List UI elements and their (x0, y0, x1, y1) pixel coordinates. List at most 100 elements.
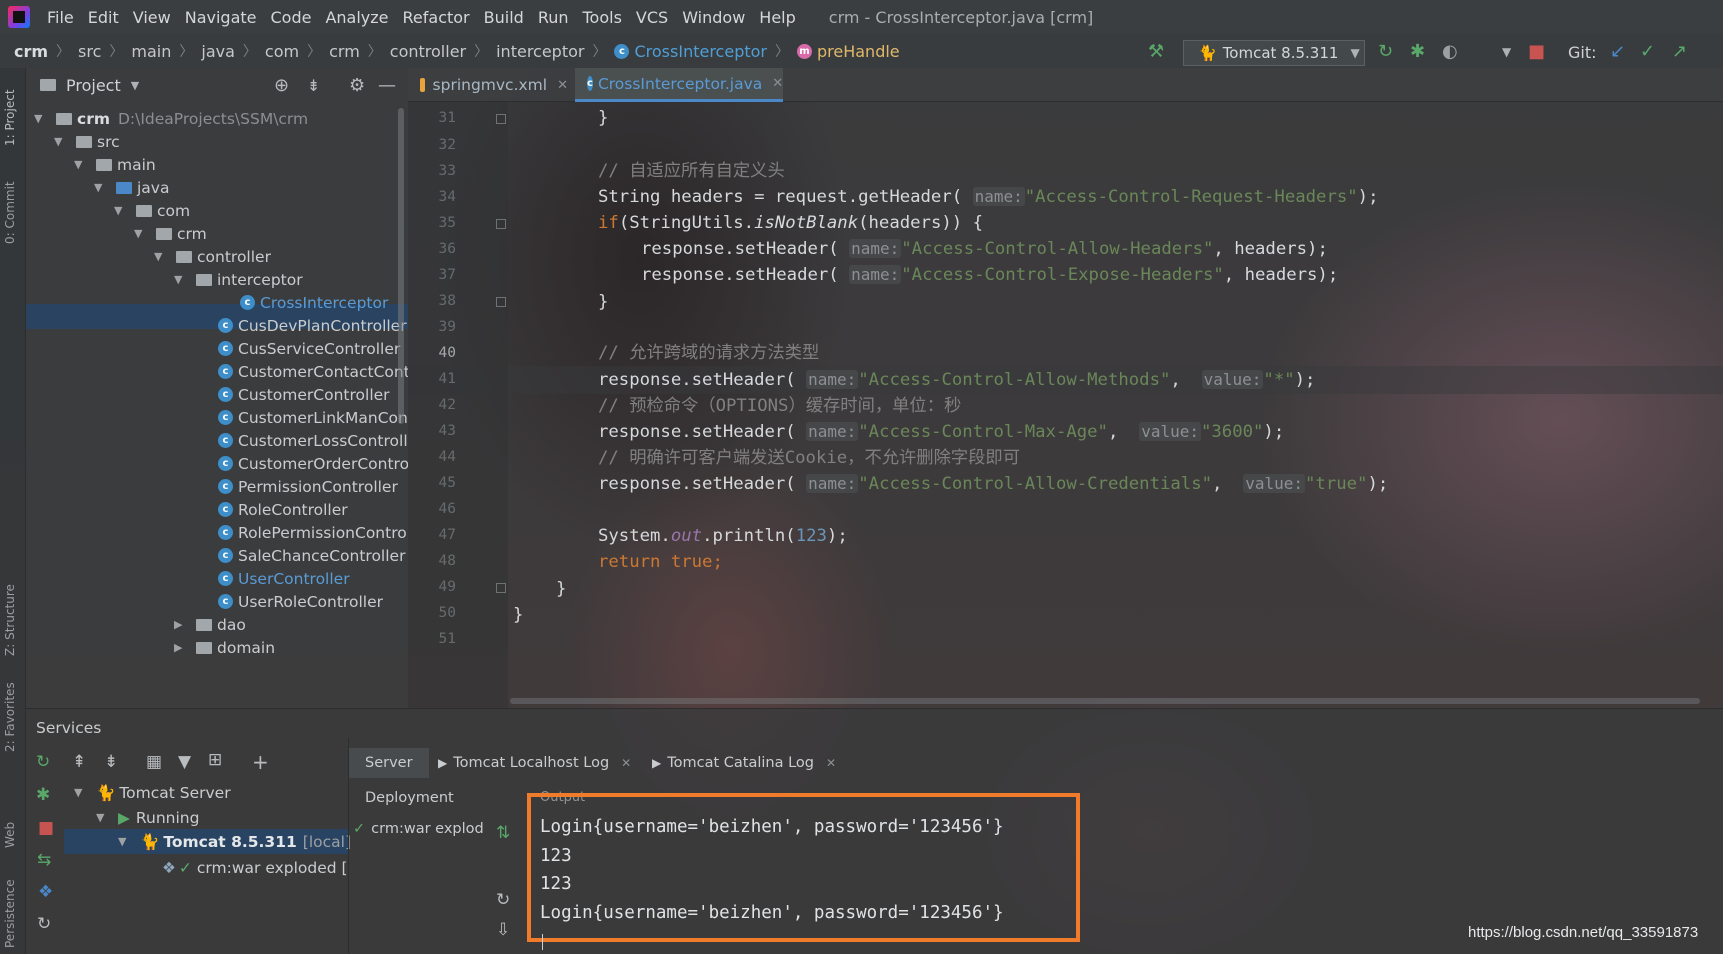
tree-node-java[interactable]: ▼ java (94, 175, 169, 200)
git-update-icon[interactable]: ↙ (1610, 42, 1625, 62)
collapse-all-icon[interactable]: ⇟ (104, 752, 118, 772)
chevron-down-icon[interactable]: ▼ (131, 79, 139, 92)
menu-refactor[interactable]: Refactor (403, 8, 470, 27)
tree-scrollbar[interactable] (398, 108, 404, 424)
breadcrumb-com[interactable]: com (265, 42, 299, 61)
tool-tab-favorites[interactable]: 2: Favorites (3, 682, 17, 752)
tree-node-src[interactable]: ▼ src (54, 129, 120, 154)
fold-marker-icon[interactable] (496, 114, 506, 124)
refresh-icon[interactable]: ↻ (496, 890, 510, 910)
tree-file[interactable]: c CustomerController (218, 382, 390, 407)
tree-file[interactable]: c CusDevPlanController (218, 313, 407, 338)
code-editor[interactable]: } // 自适应所有自定义头 String headers = request.… (508, 102, 1723, 708)
tree-node-crm[interactable]: ▼ crm (134, 221, 207, 246)
coverage-icon[interactable]: ◐ (1442, 42, 1458, 62)
menu-window[interactable]: Window (682, 8, 745, 27)
menu-run[interactable]: Run (538, 8, 569, 27)
tree-file[interactable]: c SaleChanceController (218, 543, 405, 568)
tree-node-main[interactable]: ▼ main (74, 152, 156, 177)
tree-file[interactable]: c UserRoleController (218, 589, 383, 614)
breadcrumb-crm-package[interactable]: crm (329, 42, 360, 61)
tree-file[interactable]: c CustomerLossControlle (218, 428, 408, 453)
fold-marker-icon[interactable] (496, 297, 506, 307)
expand-all-icon[interactable]: ⇞ (72, 752, 86, 772)
editor-horizontal-scrollbar[interactable] (510, 698, 1700, 704)
tool-tab-structure[interactable]: Z: Structure (3, 584, 17, 656)
group-icon[interactable]: ▦ (146, 752, 162, 772)
deployment-item[interactable]: ✓ crm:war explod (353, 821, 484, 837)
tab-crossinterceptor-java[interactable]: c CrossInterceptor.java ✕ (575, 68, 783, 102)
fold-marker-icon[interactable] (496, 219, 506, 229)
more-run-dropdown-icon[interactable]: ▼ (1502, 42, 1511, 62)
breadcrumb-interceptor[interactable]: interceptor (496, 42, 584, 61)
minimize-icon[interactable]: — (378, 75, 396, 96)
breadcrumb-java[interactable]: java (201, 42, 235, 61)
git-push-icon[interactable]: ↗ (1672, 42, 1687, 62)
filter-icon[interactable]: ▼ (178, 752, 191, 772)
new-tab-icon[interactable]: ⊞ (208, 750, 222, 770)
add-icon[interactable]: + (252, 750, 269, 774)
tool-tab-commit[interactable]: 0: Commit (3, 181, 17, 244)
tab-tomcat-catalina-log[interactable]: ▶ Tomcat Catalina Log ✕ (636, 748, 852, 778)
breadcrumb-method[interactable]: preHandle (817, 42, 900, 61)
menu-file[interactable]: File (47, 8, 74, 27)
refresh-all-icon[interactable]: ↻ (37, 914, 51, 934)
tree-file-crossinterceptor[interactable]: c CrossInterceptor (240, 290, 388, 315)
project-view-select[interactable]: Project (66, 76, 121, 95)
menu-help[interactable]: Help (759, 8, 795, 27)
breadcrumb-crm[interactable]: crm (14, 42, 48, 61)
close-icon[interactable]: ✕ (772, 76, 783, 91)
service-artifact[interactable]: ❖ ✓ crm:war exploded [ (162, 855, 348, 880)
service-running[interactable]: ▼ ▶ Running (96, 805, 199, 830)
tab-springmvc-xml[interactable]: springmvc.xml ✕ (408, 68, 568, 102)
deploy-icon[interactable]: ⇆ (37, 850, 51, 870)
build-hammer-icon[interactable]: ⚒ (1148, 42, 1164, 62)
tree-file[interactable]: c RolePermissionControl (218, 520, 408, 545)
run-configuration-select[interactable]: 🐈 Tomcat 8.5.311 ▼ (1183, 40, 1365, 66)
menu-vcs[interactable]: VCS (636, 8, 668, 27)
tree-node-domain[interactable]: ▶ domain (174, 635, 275, 660)
artifact-icon[interactable]: ❖ (38, 882, 53, 902)
breadcrumb-controller[interactable]: controller (390, 42, 466, 61)
tree-node-dao[interactable]: ▶ dao (174, 612, 246, 637)
stop-icon[interactable]: ■ (38, 818, 54, 838)
close-icon[interactable]: ✕ (557, 78, 568, 93)
scroll-to-end-icon[interactable]: ⇩ (496, 920, 510, 940)
tree-node-com[interactable]: ▼ com (114, 198, 190, 223)
tool-tab-web[interactable]: Web (3, 822, 17, 848)
close-icon[interactable]: ✕ (621, 756, 631, 770)
tree-file[interactable]: c CusServiceController (218, 336, 400, 361)
menu-tools[interactable]: Tools (583, 8, 622, 27)
rerun-icon[interactable]: ↻ (1378, 42, 1393, 62)
service-tomcat-instance[interactable]: ▼ 🐈 Tomcat 8.5.311 [local] (118, 829, 351, 854)
menu-analyze[interactable]: Analyze (325, 8, 388, 27)
tree-file[interactable]: c CustomerLinkManCont (218, 405, 408, 430)
debug-bug-icon[interactable]: ✱ (36, 785, 50, 805)
tool-tab-project[interactable]: 1: Project (3, 89, 17, 146)
refresh-icon[interactable]: ↻ (36, 752, 50, 772)
tab-tomcat-localhost-log[interactable]: ▶ Tomcat Localhost Log ✕ (422, 748, 647, 778)
locate-icon[interactable]: ⊕ (274, 75, 289, 96)
tool-tab-persistence[interactable]: Persistence (3, 879, 17, 948)
gear-icon[interactable]: ⚙ (349, 75, 365, 96)
menu-navigate[interactable]: Navigate (185, 8, 257, 27)
stop-icon[interactable]: ■ (1528, 42, 1545, 62)
tree-file[interactable]: c UserController (218, 566, 350, 591)
tree-file[interactable]: c RoleController (218, 497, 348, 522)
collapse-all-icon[interactable]: ⇟ (307, 76, 320, 95)
close-icon[interactable]: ✕ (826, 756, 836, 770)
tree-root[interactable]: ▼ crm D:\IdeaProjects\SSM\crm (34, 106, 308, 131)
breadcrumb-class[interactable]: CrossInterceptor (634, 42, 767, 61)
tree-node-controller[interactable]: ▼ controller (154, 244, 271, 269)
menu-code[interactable]: Code (271, 8, 312, 27)
tree-node-interceptor[interactable]: ▼ interceptor (174, 267, 303, 292)
service-tomcat-server[interactable]: ▼ 🐈 Tomcat Server (74, 780, 231, 805)
menu-edit[interactable]: Edit (88, 8, 119, 27)
redeploy-icon[interactable]: ⇅ (496, 823, 510, 843)
tree-file[interactable]: c PermissionController (218, 474, 398, 499)
menu-build[interactable]: Build (484, 8, 524, 27)
breadcrumb-src[interactable]: src (78, 42, 101, 61)
debug-bug-icon[interactable]: ✱ (1410, 42, 1425, 62)
tree-file[interactable]: c CustomerOrderControl (218, 451, 408, 476)
tab-server[interactable]: Server (349, 748, 429, 778)
